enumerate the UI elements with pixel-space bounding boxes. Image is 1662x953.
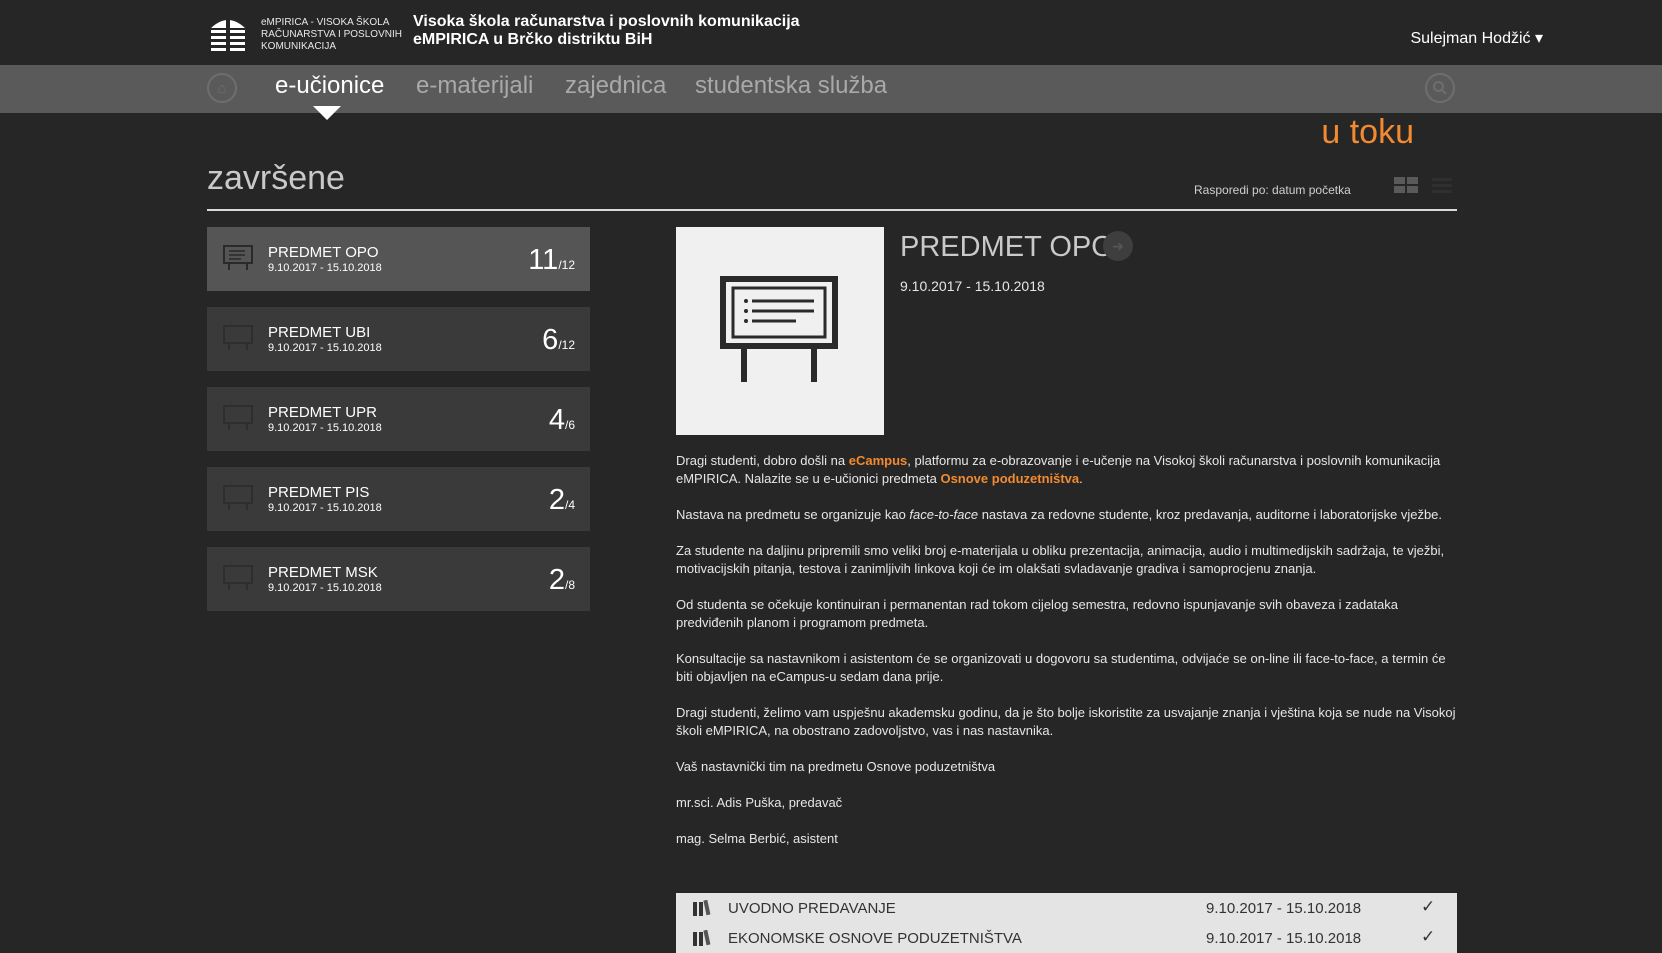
progress-done: 2 (548, 564, 565, 596)
course-description: Dragi studenti, dobro došli na eCampus, … (676, 452, 1460, 866)
section-title-completed: završene (207, 159, 345, 197)
course-progress: 6/12 (542, 324, 575, 357)
progress-done: 11 (528, 244, 559, 276)
lecture-title: EKONOMSKE OSNOVE PODUZETNIŠTVA (728, 930, 1022, 947)
whiteboard-icon (223, 485, 253, 510)
lecture-list: UVODNO PREDAVANJE 9.10.2017 - 15.10.2018… (676, 893, 1457, 953)
progress-total: /6 (564, 418, 575, 432)
course-progress: 11/12 (528, 244, 575, 277)
lecture-row[interactable]: EKONOMSKE OSNOVE PODUZETNIŠTVA 9.10.2017… (676, 923, 1457, 953)
course-name: PREDMET UPR (268, 404, 377, 421)
main-nav: ⌂ e-učionice e-materijali zajednica stud… (0, 65, 1662, 113)
course-card-opo[interactable]: PREDMET OPO 9.10.2017 - 15.10.2018 11/12 (207, 227, 590, 291)
whiteboard-icon (223, 405, 253, 430)
course-progress: 2/8 (549, 564, 575, 597)
lecture-dates: 9.10.2017 - 15.10.2018 (1206, 930, 1362, 947)
course-name: PREDMET PIS (268, 484, 370, 501)
books-icon (693, 930, 711, 946)
nav-link-e-materijali[interactable]: e-materijali (416, 72, 533, 100)
logo-text-line: RAČUNARSTVA I POSLOVNIH (261, 29, 402, 40)
progress-done: 4 (548, 404, 565, 436)
description-paragraph: mag. Selma Berbić, asistent (676, 831, 838, 846)
nav-link-zajednica[interactable]: zajednica (565, 72, 666, 100)
books-icon (693, 900, 711, 916)
progress-total: /4 (564, 498, 575, 512)
text-fragment: Nastava na predmetu se organizuje kao (676, 507, 910, 522)
progress-done: 2 (548, 484, 565, 516)
active-nav-indicator (313, 106, 341, 120)
user-menu[interactable]: Sulejman Hodžić ▾ (1410, 28, 1543, 48)
course-progress: 4/6 (549, 404, 575, 437)
course-dates: 9.10.2017 - 15.10.2018 (268, 582, 382, 594)
description-paragraph: Za studente na daljinu pripremili smo ve… (676, 543, 1445, 576)
home-icon[interactable]: ⌂ (207, 73, 237, 103)
logo-text-line: KOMUNIKACIJA (261, 41, 337, 52)
ecampus-link[interactable]: eCampus (849, 453, 908, 468)
course-card-upr[interactable]: PREDMET UPR 9.10.2017 - 15.10.2018 4/6 (207, 387, 590, 451)
description-paragraph: Nastava na predmetu se organizuje kao fa… (676, 506, 1460, 524)
course-name: PREDMET UBI (268, 324, 371, 341)
lecture-title: UVODNO PREDAVANJE (728, 900, 896, 917)
logo-text: eMPIRICA - VISOKA ŠKOLA RAČUNARSTVA I PO… (261, 17, 402, 53)
text-fragment: nastava za redovne studente, kroz predav… (978, 507, 1443, 522)
course-dates: 9.10.2017 - 15.10.2018 (268, 502, 382, 514)
institution-name-line: eMPIRICA u Brčko distriktu BiH (413, 31, 653, 48)
course-card-msk[interactable]: PREDMET MSK 9.10.2017 - 15.10.2018 2/8 (207, 547, 590, 611)
logo-text-line: eMPIRICA - VISOKA ŠKOLA (261, 17, 390, 28)
nav-link-studentska-sluzba[interactable]: studentska služba (695, 72, 887, 100)
checkmark-icon: ✓ (1421, 927, 1436, 946)
institution-name-line: Visoka škola računarstva i poslovnih kom… (413, 13, 800, 30)
progress-done: 6 (542, 324, 559, 356)
arrow-right-icon[interactable]: ➜ (1103, 231, 1133, 261)
description-paragraph: Dragi studenti, dobro došli na eCampus, … (676, 452, 1460, 488)
course-detail-dates: 9.10.2017 - 15.10.2018 (900, 278, 1045, 294)
whiteboard-icon (223, 325, 253, 350)
sort-label[interactable]: Rasporedi po: datum početka (1194, 183, 1351, 197)
search-icon[interactable] (1425, 73, 1455, 103)
text-fragment-emphasis: face-to-face (909, 507, 979, 522)
course-subject-link[interactable]: Osnove poduzetništva (940, 471, 1079, 486)
search-glyph (1433, 81, 1447, 95)
whiteboard-icon (223, 245, 253, 270)
text-fragment: Dragi studenti, dobro došli na (676, 453, 849, 468)
description-paragraph: mr.sci. Adis Puška, predavač (676, 795, 843, 810)
course-dates: 9.10.2017 - 15.10.2018 (268, 342, 382, 354)
list-view-icon[interactable] (1432, 177, 1452, 193)
course-detail-title: PREDMET OPO (900, 231, 1114, 263)
school-logo[interactable] (207, 12, 249, 56)
course-name: PREDMET OPO (268, 244, 379, 261)
course-name: PREDMET MSK (268, 564, 378, 581)
whiteboard-icon (720, 276, 838, 382)
description-paragraph: Konsultacije sa nastavnikom i asistentom… (676, 651, 1446, 684)
course-card-ubi[interactable]: PREDMET UBI 9.10.2017 - 15.10.2018 6/12 (207, 307, 590, 371)
course-dates: 9.10.2017 - 15.10.2018 (268, 262, 382, 274)
description-paragraph: Dragi studenti, želimo vam uspješnu akad… (676, 705, 1456, 738)
lecture-row[interactable]: UVODNO PREDAVANJE 9.10.2017 - 15.10.2018… (676, 893, 1457, 923)
course-image (676, 227, 884, 435)
description-paragraph: Od studenta se očekuje kontinuiran i per… (676, 597, 1398, 630)
lecture-dates: 9.10.2017 - 15.10.2018 (1206, 900, 1362, 917)
text-fragment: . (1079, 471, 1083, 486)
description-paragraph: Vaš nastavnički tim na predmetu Osnove p… (676, 759, 996, 774)
course-card-pis[interactable]: PREDMET PIS 9.10.2017 - 15.10.2018 2/4 (207, 467, 590, 531)
filter-in-progress[interactable]: u toku (1321, 113, 1414, 152)
progress-total: /8 (564, 578, 575, 592)
course-dates: 9.10.2017 - 15.10.2018 (268, 422, 382, 434)
institution-name: Visoka škola računarstva i poslovnih kom… (413, 13, 800, 49)
course-progress: 2/4 (549, 484, 575, 517)
progress-total: /12 (558, 258, 575, 272)
top-header: eMPIRICA - VISOKA ŠKOLA RAČUNARSTVA I PO… (0, 0, 1662, 65)
section-divider (207, 209, 1457, 211)
checkmark-icon: ✓ (1421, 897, 1436, 916)
nav-link-e-ucionice[interactable]: e-učionice (275, 72, 384, 100)
progress-total: /12 (558, 338, 575, 352)
grid-view-icon[interactable] (1394, 177, 1418, 193)
course-list: PREDMET OPO 9.10.2017 - 15.10.2018 11/12… (207, 227, 590, 627)
whiteboard-icon (223, 565, 253, 590)
